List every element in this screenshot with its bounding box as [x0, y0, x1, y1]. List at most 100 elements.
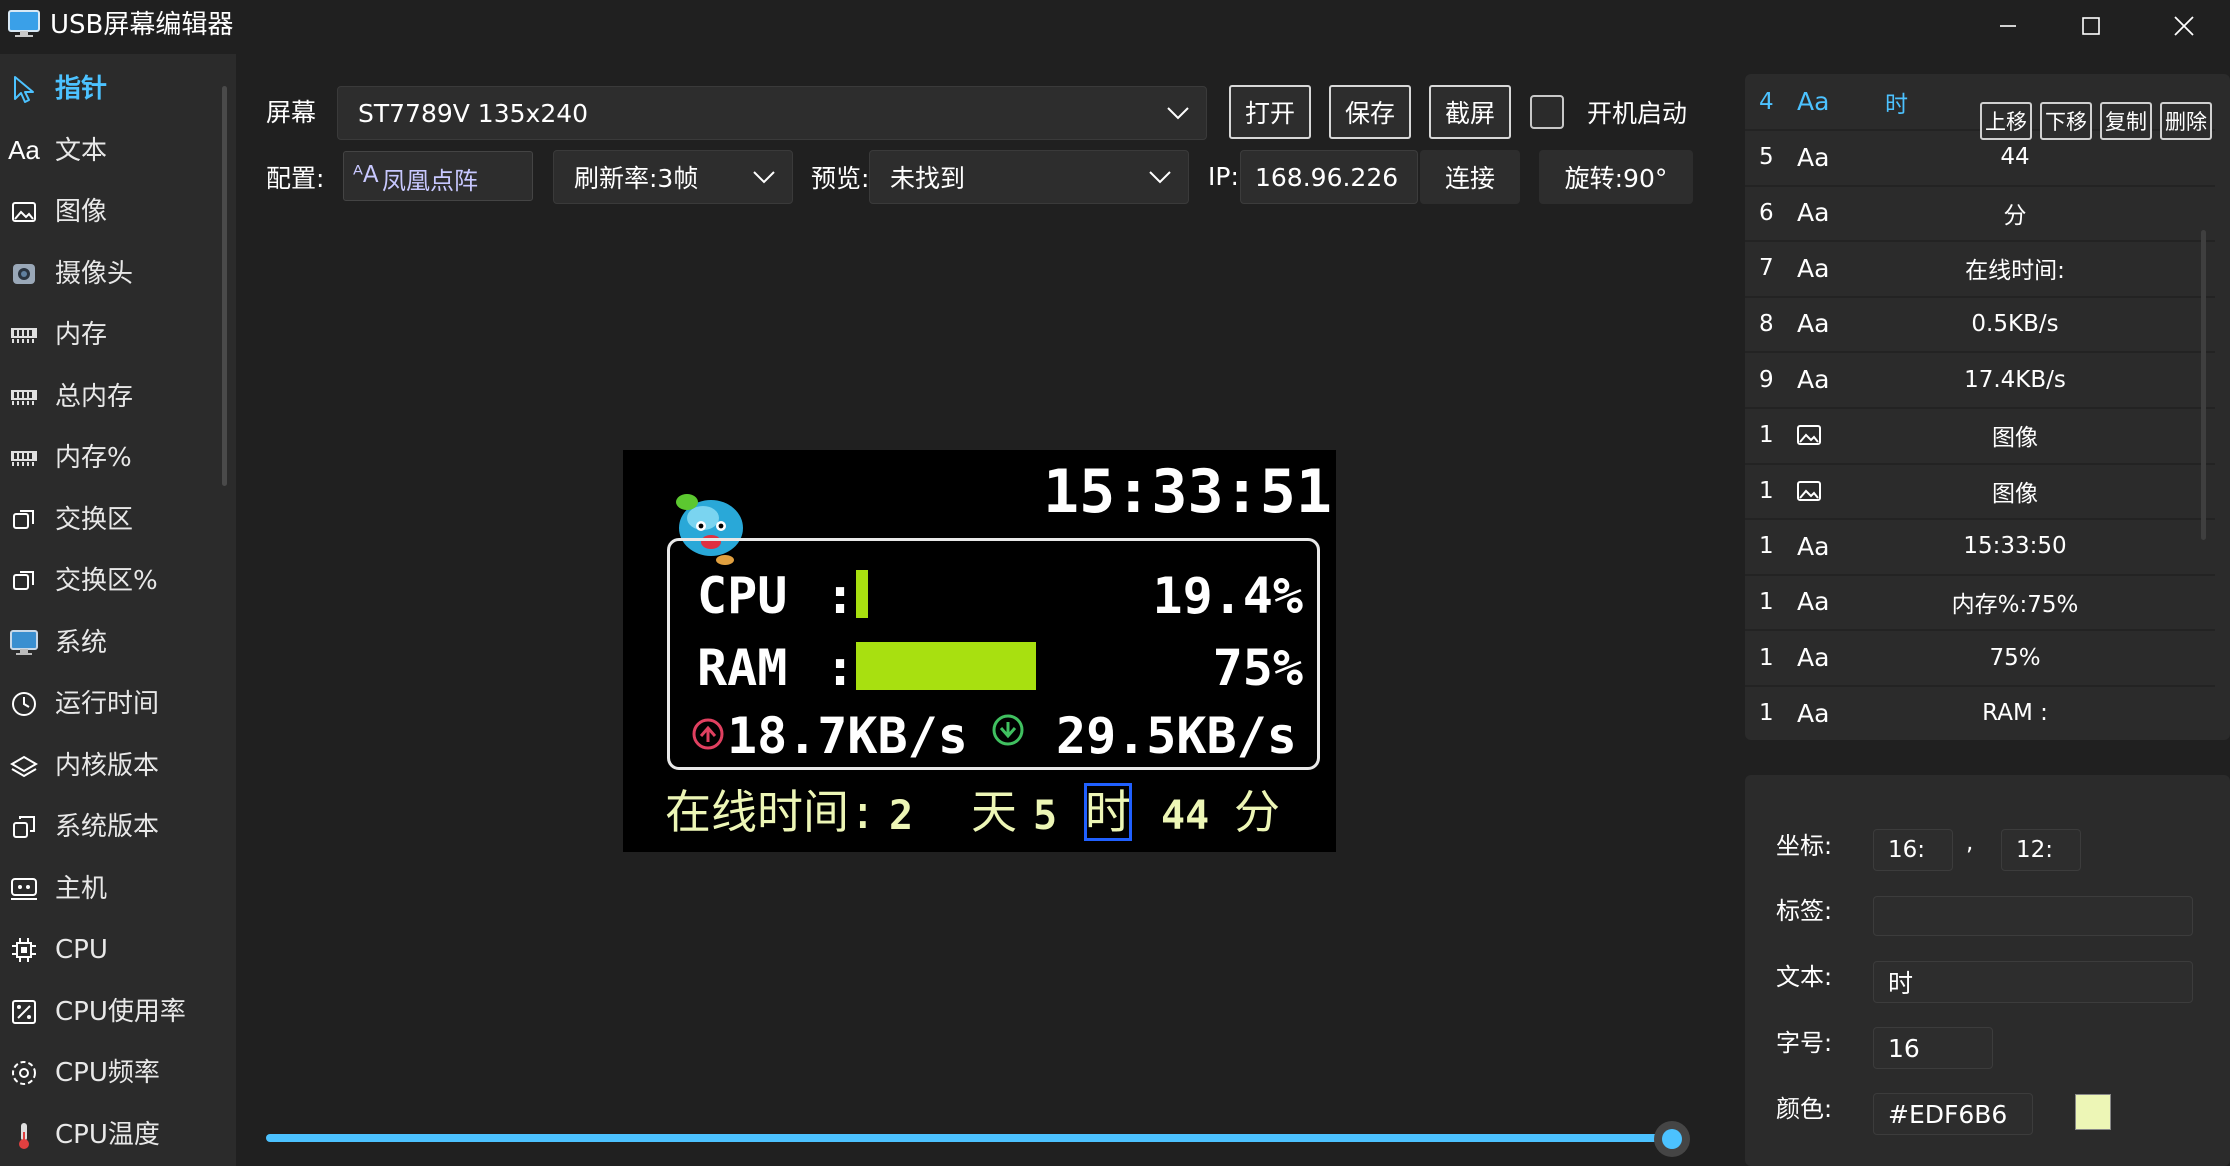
layer-row[interactable]: 1 图像: [1745, 463, 2215, 521]
screenshot-button[interactable]: 截屏: [1429, 85, 1511, 139]
config-label: 配置:: [266, 164, 325, 193]
refresh-rate-select[interactable]: 刷新率:3帧: [553, 150, 793, 204]
color-swatch[interactable]: [2075, 1094, 2111, 1130]
layer-row[interactable]: 1 Aa RAM :: [1745, 686, 2215, 740]
font-size-label: 字号:: [1776, 1029, 1833, 1057]
toolbox-item-label: CPU温度: [55, 1119, 160, 1150]
close-button[interactable]: [2138, 0, 2230, 52]
camera-icon: [8, 258, 40, 290]
toolbox-item[interactable]: CPU使用率: [0, 983, 222, 1041]
toolbox-item[interactable]: Aa 文本: [0, 122, 222, 180]
coordinate-x-input[interactable]: 16:: [1873, 829, 1953, 871]
toolbox-item-label: 系统版本: [55, 812, 160, 842]
minimize-button[interactable]: [1962, 0, 2054, 52]
toolbox-item[interactable]: 摄像头: [0, 245, 222, 303]
layer-row[interactable]: 1 图像: [1745, 408, 2215, 465]
layer-text: 15:33:50: [1963, 533, 2067, 560]
screen-select[interactable]: ST7789V 135x240: [337, 86, 1207, 140]
layer-text: 在线时间:: [1965, 258, 2065, 285]
refresh-rate-value: 刷新率:3帧: [574, 164, 699, 193]
toolbox-item-label: CPU频率: [55, 1058, 160, 1088]
layer-index: 7: [1759, 255, 1774, 282]
lcd-minutes-unit: 分: [1234, 785, 1280, 839]
zoom-slider-thumb[interactable]: [1654, 1121, 1690, 1157]
toolbox-item[interactable]: 运行时间: [0, 675, 222, 733]
text-aa-icon: Aa: [1797, 309, 1830, 339]
toolbox-item[interactable]: 系统版本: [0, 798, 222, 856]
tag-input[interactable]: [1873, 896, 2193, 936]
chevron-down-icon: [1167, 107, 1189, 120]
font-icon: ᴬA: [353, 162, 379, 188]
layer-row[interactable]: 1 Aa 内存%:75%: [1745, 574, 2215, 632]
lcd-hours-number: 5: [1033, 793, 1058, 839]
toolbox-item-label: CPU: [55, 935, 108, 965]
lcd-online-label: 在线时间:: [665, 785, 877, 839]
toolbox-scrollbar[interactable]: [222, 86, 227, 486]
maximize-icon: [2082, 17, 2100, 35]
toolbox-item[interactable]: 内核版本: [0, 737, 222, 795]
upload-arrow-icon: [692, 718, 724, 750]
layer-text: RAM :: [1982, 700, 2048, 727]
layers-icon: [8, 750, 40, 782]
connect-button[interactable]: 连接: [1420, 150, 1520, 204]
toolbox-item-label: 图像: [55, 197, 108, 227]
host-icon: [8, 873, 40, 905]
open-button[interactable]: 打开: [1229, 85, 1311, 139]
zoom-slider-track[interactable]: [266, 1134, 1674, 1142]
rotate-button[interactable]: 旋转:90°: [1539, 150, 1693, 204]
toolbox-item[interactable]: 交换区%: [0, 552, 222, 610]
toolbox-item[interactable]: 内存%: [0, 429, 222, 487]
copy-button[interactable]: 复制: [2100, 102, 2152, 140]
toolbox-item[interactable]: 总内存: [0, 368, 222, 426]
font-picker[interactable]: ᴬA 凤凰点阵: [343, 151, 533, 201]
toolbox-item-label: 总内存: [55, 381, 134, 412]
ip-input[interactable]: 168.96.226: [1240, 150, 1418, 204]
text-input[interactable]: 时: [1873, 961, 2193, 1003]
layer-row[interactable]: 9 Aa 17.4KB/s: [1745, 352, 2215, 409]
chip-icon: [8, 934, 40, 966]
memory-icon: [8, 319, 40, 351]
lcd-preview-canvas[interactable]: 15:33:51 CPU : 19.4% RAM : 75% 18.7KB/s …: [623, 450, 1336, 852]
delete-button[interactable]: 删除: [2160, 102, 2212, 140]
layer-row[interactable]: 8 Aa 0.5KB/s: [1745, 296, 2215, 354]
toolbox-item[interactable]: 主机: [0, 860, 222, 918]
toolbox-item[interactable]: 系统: [0, 614, 222, 672]
screen-label: 屏幕: [266, 98, 317, 127]
move-up-button[interactable]: 上移: [1980, 102, 2032, 140]
layer-text: 图像: [1992, 425, 2038, 452]
lcd-ram-colon: :: [825, 639, 856, 697]
monitor-app-icon: [8, 10, 40, 38]
lcd-hours-unit-selected[interactable]: 时: [1084, 783, 1132, 841]
thermometer-icon: [8, 1119, 40, 1151]
layer-list-scrollbar[interactable]: [2201, 230, 2206, 540]
toolbox-item[interactable]: 交换区: [0, 491, 222, 549]
toolbox-item-label: 内核版本: [55, 750, 160, 781]
preview-select[interactable]: 未找到: [869, 150, 1189, 204]
layer-row[interactable]: 1 Aa 15:33:50: [1745, 519, 2215, 576]
layer-row[interactable]: 1 Aa 75%: [1745, 630, 2215, 687]
lcd-upload-speed: 18.7KB/s: [727, 707, 968, 765]
maximize-button[interactable]: [2045, 0, 2137, 52]
toolbox-item[interactable]: 指针: [0, 60, 222, 118]
move-down-button[interactable]: 下移: [2040, 102, 2092, 140]
toolbox-item[interactable]: 内存: [0, 306, 222, 364]
toolbox-item[interactable]: CPU温度: [0, 1106, 222, 1164]
autostart-checkbox[interactable]: [1530, 95, 1564, 129]
lcd-cpu-percent: 19.4%: [1152, 567, 1303, 625]
toolbox-item[interactable]: 图像: [0, 183, 222, 241]
lcd-days-number: 2: [889, 793, 914, 839]
layer-row[interactable]: 6 Aa 分: [1745, 185, 2215, 243]
layer-row[interactable]: 7 Aa 在线时间:: [1745, 241, 2215, 298]
close-icon: [2174, 16, 2194, 36]
save-button[interactable]: 保存: [1329, 85, 1411, 139]
coordinate-y-input[interactable]: 12:: [2001, 829, 2081, 871]
toolbox-item[interactable]: CPU频率: [0, 1044, 222, 1102]
image-icon: [1797, 463, 1821, 518]
ip-label: IP:: [1208, 162, 1239, 191]
color-input[interactable]: #EDF6B6: [1873, 1093, 2033, 1135]
toolbox-item[interactable]: CPU: [0, 921, 222, 979]
font-size-input[interactable]: 16: [1873, 1027, 1993, 1069]
title-bar: USB屏幕编辑器: [0, 0, 2230, 52]
chevron-down-icon: [1149, 171, 1171, 184]
toolbox-item-label: 摄像头: [55, 258, 134, 289]
